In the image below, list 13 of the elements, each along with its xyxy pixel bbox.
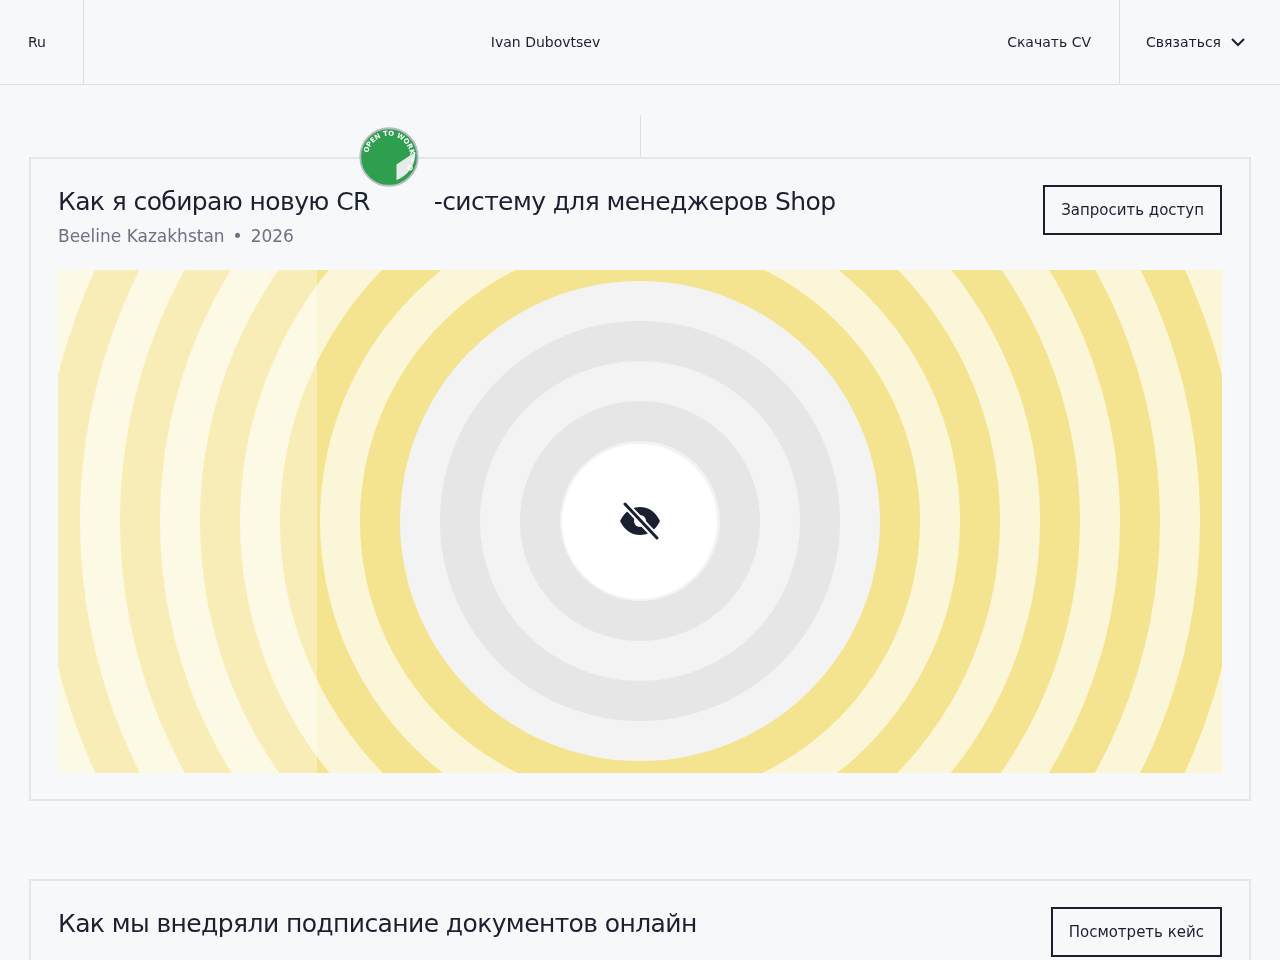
case-company: Beeline Kazakhstan [58, 226, 225, 246]
case-button[interactable]: Посмотреть кейс [1050, 907, 1222, 957]
download-cv-link[interactable]: Скачать CV [1007, 34, 1091, 50]
case-title: -систему для менеджеров Shop [433, 187, 836, 216]
case-title: Как мы внедряли подписание документов онлайн [58, 909, 697, 938]
site-name: Ivan Dubovtsev [490, 34, 601, 50]
language-link[interactable]: Ru [28, 34, 46, 50]
case-title: Как я собираю новую CR [58, 187, 370, 216]
chevron-down-icon [1231, 37, 1245, 47]
separator-dot: • [232, 226, 243, 246]
case-button[interactable]: Запросить доступ [1043, 185, 1222, 235]
contact-menu-button[interactable]: Связаться [1146, 34, 1221, 50]
case-year: 2026 [250, 226, 294, 246]
